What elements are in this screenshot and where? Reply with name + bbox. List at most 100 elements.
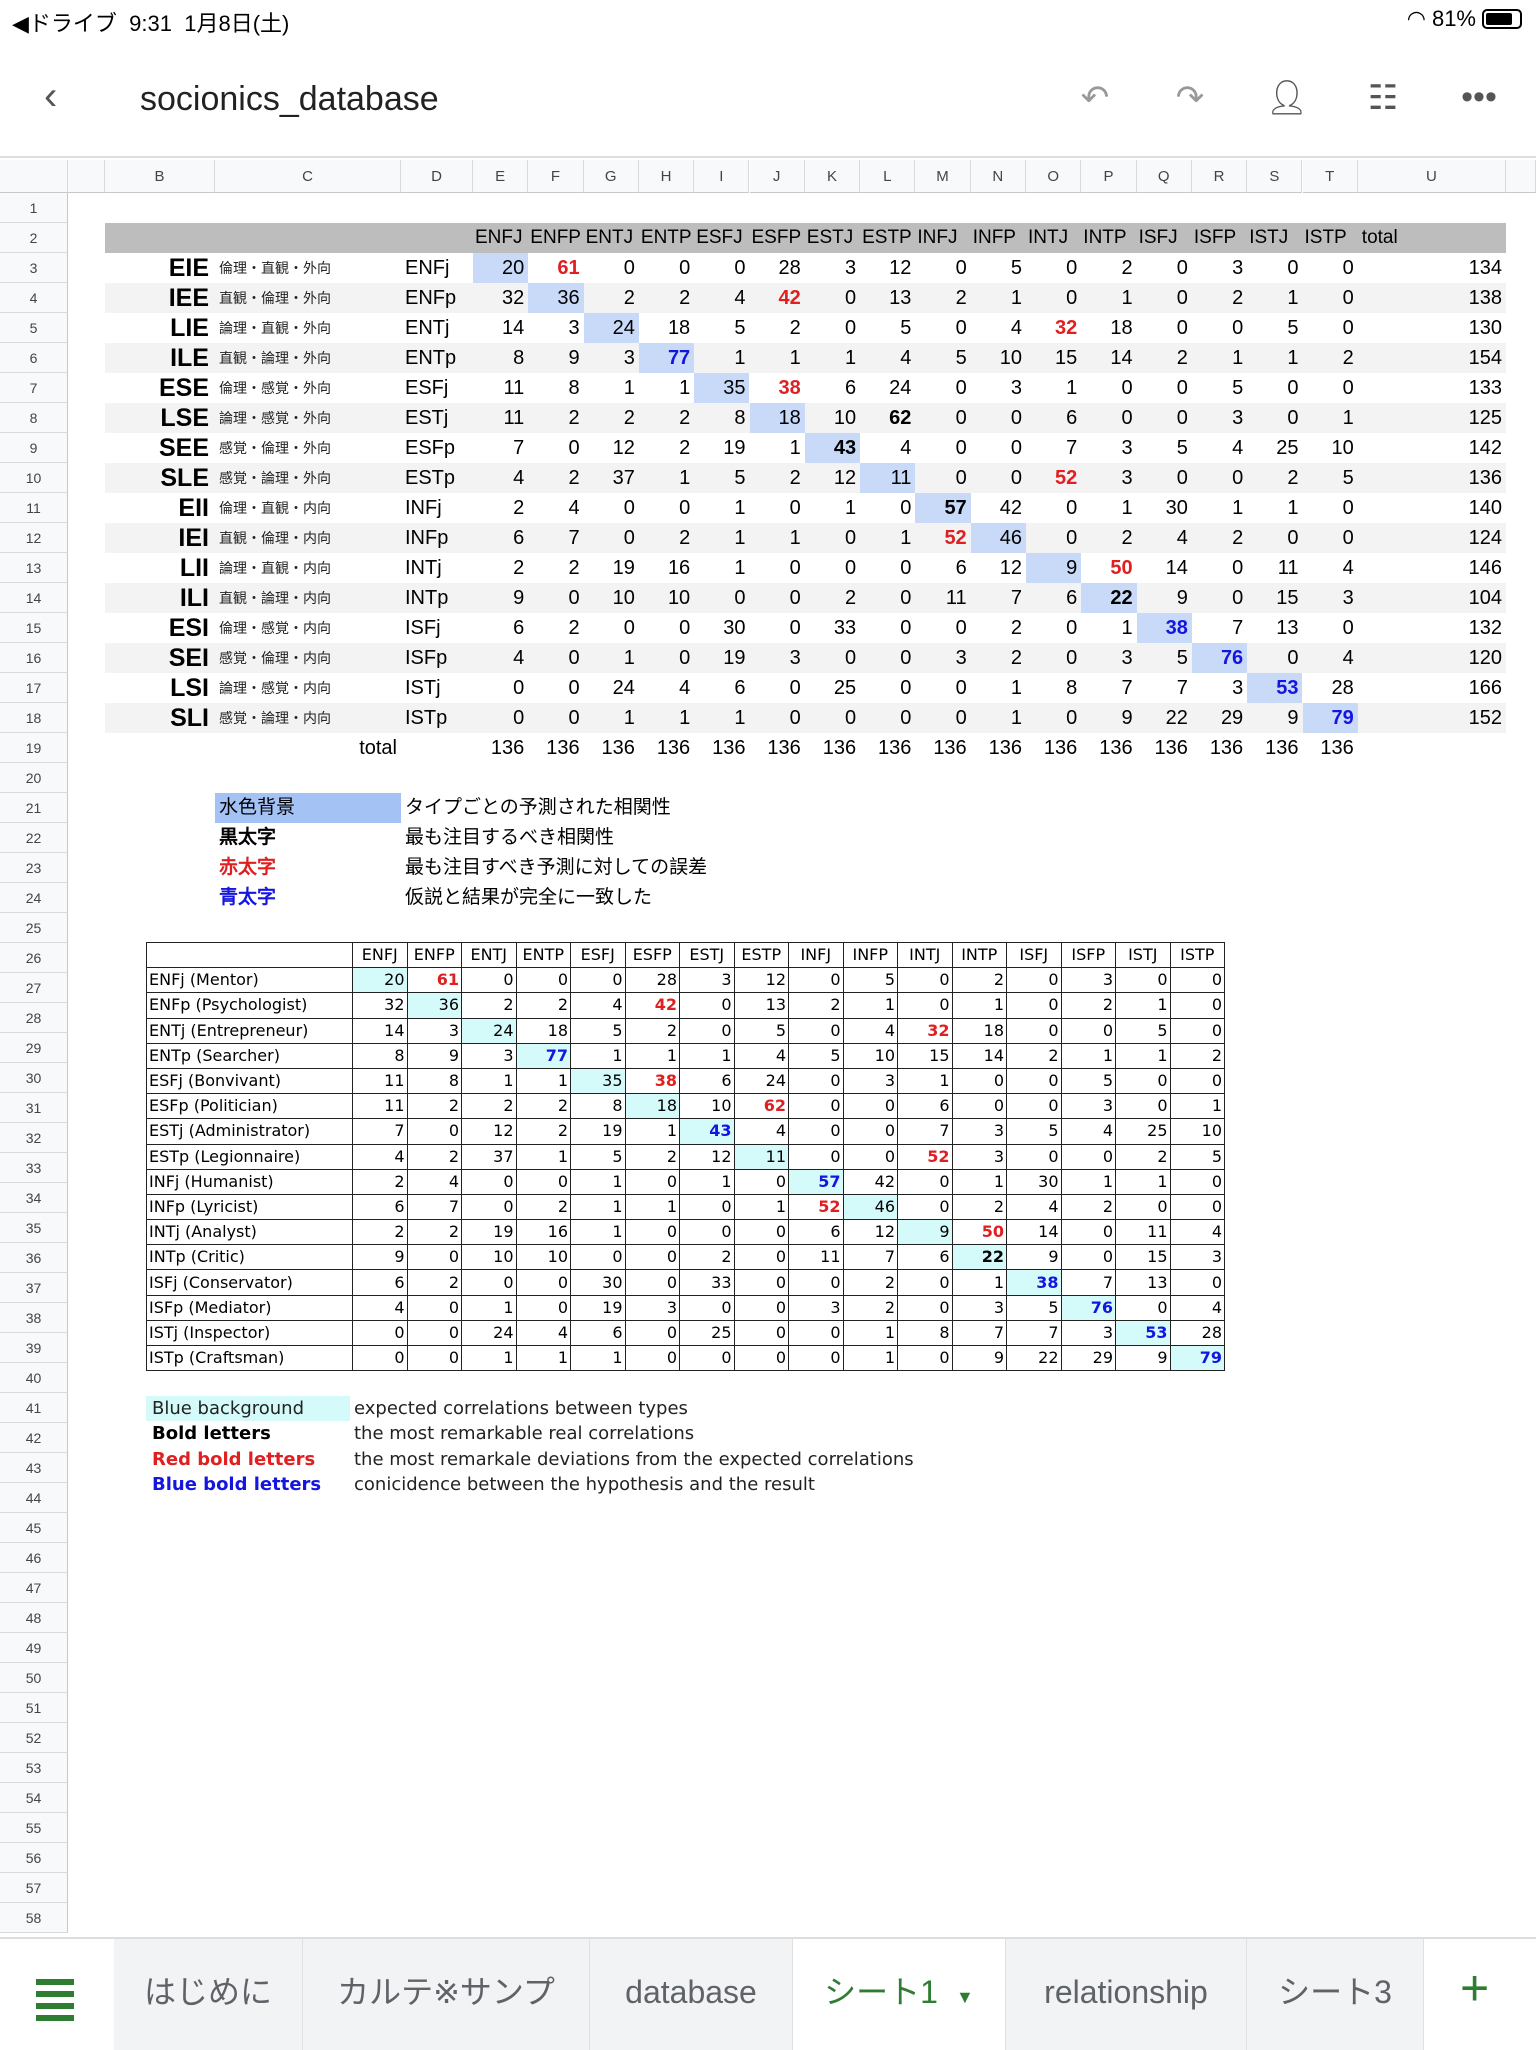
row-header[interactable]: 21 — [0, 793, 68, 823]
column-header-D[interactable]: D — [401, 160, 473, 193]
value-cell[interactable]: 1 — [694, 493, 749, 523]
value-cell[interactable]: 14 — [1081, 343, 1136, 373]
value-cell[interactable]: 2 — [1081, 523, 1136, 553]
value-cell[interactable]: 0 — [915, 433, 970, 463]
value-cell[interactable]: 50 — [1081, 553, 1136, 583]
table-column-header[interactable]: ENTJ — [584, 223, 639, 253]
value-cell[interactable]: 2 — [584, 403, 639, 433]
row-header[interactable]: 13 — [0, 553, 68, 583]
value-cell[interactable]: 1 — [805, 493, 860, 523]
table-column-header[interactable]: ESTP — [860, 223, 915, 253]
row-header[interactable]: 45 — [0, 1513, 68, 1543]
legend-key[interactable]: 水色背景 — [215, 793, 401, 823]
value-cell[interactable]: 53 — [1247, 673, 1303, 703]
type-description[interactable]: 論理・直観・外向 — [215, 313, 401, 343]
table-column-header[interactable]: INTJ — [1026, 223, 1081, 253]
value-cell[interactable]: 0 — [750, 553, 805, 583]
value-cell[interactable]: 2 — [639, 433, 694, 463]
value-cell[interactable]: 16 — [639, 553, 694, 583]
value-cell[interactable]: 20 — [473, 253, 529, 283]
row-header[interactable]: 49 — [0, 1633, 68, 1663]
value-cell[interactable]: 0 — [1247, 643, 1302, 673]
column-header-S[interactable]: S — [1247, 160, 1303, 193]
row-header[interactable]: 34 — [0, 1183, 68, 1213]
legend-description[interactable]: 最も注目するべき相関性 — [401, 823, 971, 853]
value-cell[interactable]: 2 — [528, 553, 583, 583]
value-cell[interactable]: 3 — [1081, 463, 1136, 493]
value-cell[interactable]: 0 — [1081, 403, 1136, 433]
value-cell[interactable]: 7 — [528, 523, 583, 553]
column-total[interactable]: 136 — [1303, 733, 1358, 763]
value-cell[interactable]: 9 — [1081, 703, 1136, 733]
value-cell[interactable]: 0 — [1026, 523, 1081, 553]
row-header[interactable]: 53 — [0, 1753, 68, 1783]
row-header[interactable]: 38 — [0, 1303, 68, 1333]
value-cell[interactable]: 0 — [1192, 583, 1247, 613]
column-total[interactable]: 136 — [528, 733, 583, 763]
value-cell[interactable]: 2 — [1192, 523, 1247, 553]
value-cell[interactable]: 0 — [805, 283, 860, 313]
value-cell[interactable]: 7 — [1081, 673, 1136, 703]
legend-key[interactable]: 赤太字 — [215, 853, 401, 883]
row-header[interactable]: 33 — [0, 1153, 68, 1183]
value-cell[interactable]: 1 — [750, 523, 805, 553]
value-cell[interactable]: 0 — [915, 373, 970, 403]
value-cell[interactable]: 43 — [804, 433, 861, 463]
value-cell[interactable]: 0 — [971, 403, 1026, 433]
value-cell[interactable]: 0 — [528, 643, 583, 673]
row-total[interactable]: 136 — [1358, 463, 1506, 493]
column-header-R[interactable]: R — [1191, 160, 1248, 193]
mbti-type[interactable]: ESFj — [401, 373, 473, 403]
column-header-C[interactable]: C — [215, 160, 401, 193]
column-header-M[interactable]: M — [915, 160, 971, 193]
value-cell[interactable]: 0 — [1137, 313, 1192, 343]
value-cell[interactable]: 19 — [694, 433, 749, 463]
row-header[interactable]: 28 — [0, 1003, 68, 1033]
value-cell[interactable]: 1 — [1247, 343, 1302, 373]
value-cell[interactable]: 0 — [750, 673, 805, 703]
value-cell[interactable]: 2 — [528, 613, 583, 643]
row-header[interactable]: 55 — [0, 1813, 68, 1843]
value-cell[interactable]: 2 — [971, 613, 1026, 643]
value-cell[interactable]: 28 — [1303, 673, 1358, 703]
value-cell[interactable]: 57 — [915, 493, 971, 523]
value-cell[interactable]: 2 — [1192, 283, 1247, 313]
column-header-B[interactable]: B — [105, 160, 215, 193]
row-header[interactable]: 8 — [0, 403, 68, 433]
mbti-type[interactable]: ENFp — [401, 283, 473, 313]
value-cell[interactable]: 4 — [694, 283, 749, 313]
value-cell[interactable]: 0 — [1137, 283, 1192, 313]
row-total[interactable]: 133 — [1358, 373, 1506, 403]
value-cell[interactable]: 10 — [639, 583, 694, 613]
value-cell[interactable]: 0 — [639, 613, 694, 643]
value-cell[interactable]: 4 — [971, 313, 1026, 343]
value-cell[interactable]: 5 — [971, 253, 1026, 283]
value-cell[interactable]: 3 — [584, 343, 639, 373]
value-cell[interactable]: 2 — [528, 463, 583, 493]
row-total[interactable]: 138 — [1358, 283, 1506, 313]
value-cell[interactable]: 18 — [1081, 313, 1136, 343]
value-cell[interactable]: 1 — [694, 703, 749, 733]
value-cell[interactable]: 7 — [971, 583, 1026, 613]
row-total[interactable]: 134 — [1358, 253, 1506, 283]
value-cell[interactable]: 8 — [694, 403, 749, 433]
sheet-tab[interactable]: はじめに — [114, 1939, 303, 2050]
value-cell[interactable]: 1 — [750, 433, 805, 463]
value-cell[interactable]: 42 — [971, 493, 1026, 523]
socionics-code[interactable]: LIE — [105, 313, 215, 343]
socionics-code[interactable]: ILE — [105, 343, 215, 373]
table-column-header[interactable]: INFP — [971, 223, 1026, 253]
value-cell[interactable]: 2 — [528, 403, 583, 433]
value-cell[interactable]: 10 — [805, 403, 860, 433]
type-description[interactable]: 倫理・直観・外向 — [215, 253, 401, 283]
value-cell[interactable]: 46 — [970, 523, 1026, 553]
value-cell[interactable]: 15 — [1247, 583, 1302, 613]
table-column-header[interactable]: INFJ — [915, 223, 970, 253]
row-header[interactable]: 36 — [0, 1243, 68, 1273]
value-cell[interactable]: 1 — [805, 343, 860, 373]
value-cell[interactable]: 2 — [750, 463, 805, 493]
table-column-header[interactable]: ISTP — [1303, 223, 1358, 253]
row-total[interactable]: 154 — [1358, 343, 1506, 373]
value-cell[interactable]: 0 — [639, 253, 694, 283]
value-cell[interactable]: 5 — [1192, 373, 1247, 403]
